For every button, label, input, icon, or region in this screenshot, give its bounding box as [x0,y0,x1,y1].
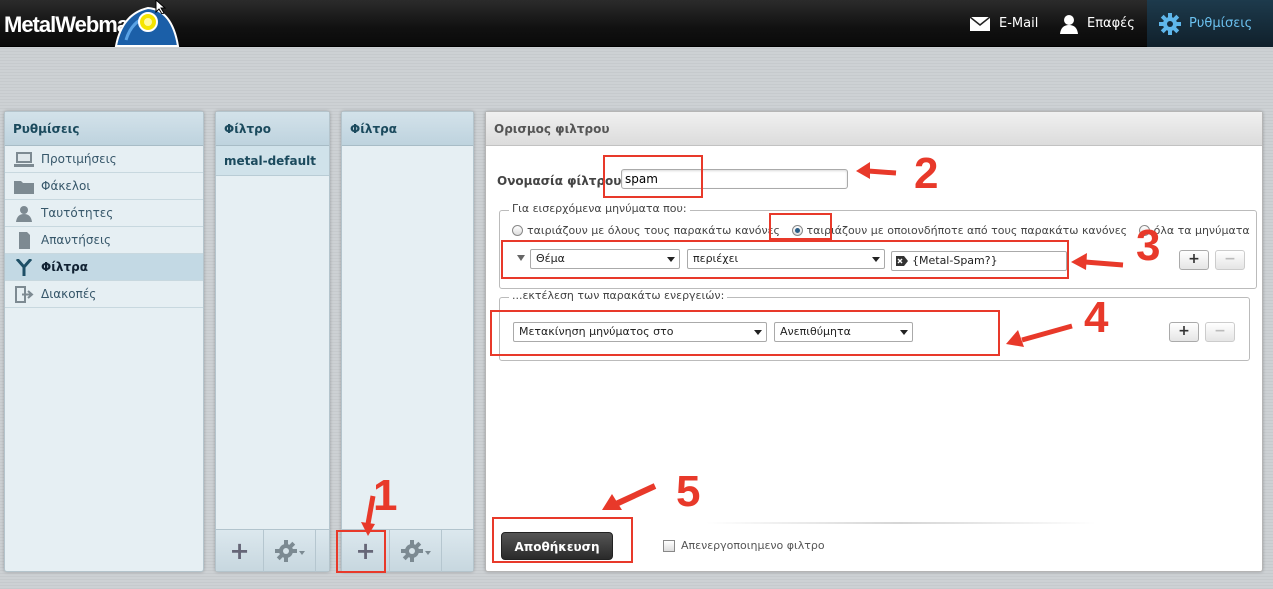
filter-disabled-checkbox[interactable]: Απενεργοποιημενο φιλτρο [663,539,825,552]
add-rule-button[interactable]: + [1179,250,1209,270]
sidebar-item-label: Φάκελοι [41,179,91,193]
annotation-box-3a [769,213,832,240]
sidebar-item-label: Προτιμήσεις [41,152,117,166]
filters-panel-title: Φίλτρα [342,112,473,146]
match-all-radio[interactable]: ταιριάζουν με όλους τους παρακάτω κανόνε… [512,224,780,237]
sidebar-item-label: Απαντήσεις [41,233,112,247]
sidebar-item-responses[interactable]: Απαντήσεις [5,227,203,254]
nav-contacts[interactable]: Επαφές [1047,0,1147,47]
miner-helmet-logo-icon [114,6,180,47]
envelope-icon [969,15,991,31]
match-all-label: ταιριάζουν με όλους τους παρακάτω κανόνε… [527,224,780,237]
annotation-arrow-2 [856,162,897,179]
annotation-box-5 [492,517,633,563]
remove-rule-button[interactable]: − [1215,250,1245,270]
match-any-radio[interactable]: ταιριάζουν με οποιονδήποτε από τους παρα… [791,224,1128,237]
sidebar-item-label: Ταυτότητες [41,206,114,220]
sidebar-item-identities[interactable]: Ταυτότητες [5,200,203,227]
settings-panel-title: Ρυθμίσεις [5,112,203,146]
gear-icon [400,540,431,562]
document-icon [19,232,30,249]
filter-icon [15,259,33,276]
exit-icon [15,286,34,303]
filter-definition-title: Ορισμος φιλτρου [486,112,1262,146]
person-icon [1060,14,1078,34]
divider [706,522,1096,524]
remove-action-button[interactable]: − [1205,322,1235,342]
match-any-label: ταιριάζουν με οποιονδήποτε από τους παρα… [806,224,1128,237]
sidebar-item-label: Διακοπές [41,287,97,301]
nav-email-label: E-Mail [999,16,1039,31]
sidebar-item-filters[interactable]: Φίλτρα [5,254,203,281]
annotation-box-2 [603,155,703,198]
annotation-number-3: 3 [1136,221,1161,270]
actions-legend: ...εκτέλεση των παρακάτω ενεργειών: [509,289,728,302]
filter-set-actions-button[interactable] [264,530,316,572]
gear-icon [1159,12,1181,35]
annotation-arrow-1 [361,495,376,536]
filter-set-footer: + [216,529,329,572]
nav-email[interactable]: E-Mail [957,0,1050,47]
monitor-icon [14,152,34,167]
filter-set-panel: Φίλτρο metal-default + [215,111,330,572]
annotation-arrow-4 [1006,323,1073,347]
nav-settings[interactable]: Ρυθμίσεις [1147,0,1273,47]
filter-disabled-label: Απενεργοποιημενο φιλτρο [681,539,825,552]
radio-icon [512,225,523,236]
settings-panel: Ρυθμίσεις Προτιμήσεις Φάκελοι Ταυτότητες… [4,111,204,572]
sidebar-item-label: Φίλτρα [41,260,88,274]
mouse-cursor-icon [155,0,167,14]
sidebar-item-folders[interactable]: Φάκελοι [5,173,203,200]
filter-set-panel-title: Φίλτρο [216,112,329,146]
filter-set-item[interactable]: metal-default [216,146,329,176]
folder-icon [14,181,34,194]
annotation-number-4: 4 [1084,293,1109,342]
match-rules-legend: Για εισερχόμενα μηνύματα που: [509,202,690,215]
top-bar: MetalWebmail E-Mail Επαφές Ρυθμίσεις [0,0,1273,47]
nav-contacts-label: Επαφές [1087,16,1135,31]
annotation-box-3b [501,240,1069,279]
annotation-number-5: 5 [676,467,701,516]
person-icon [16,206,32,222]
checkbox-icon [663,539,675,552]
sidebar-item-vacation[interactable]: Διακοπές [5,281,203,308]
add-action-button[interactable]: + [1169,322,1199,342]
annotation-arrow-5 [602,483,657,510]
filter-actions-button[interactable] [390,530,442,572]
annotation-arrow-3 [1071,253,1124,270]
nav-settings-label: Ρυθμίσεις [1189,16,1253,31]
match-all-messages-label: όλα τα μηνύματα [1153,224,1250,237]
annotation-box-4 [490,310,1000,356]
gear-icon [274,540,305,562]
annotation-number-2: 2 [914,149,939,198]
add-filter-set-button[interactable]: + [216,530,264,572]
sidebar-item-preferences[interactable]: Προτιμήσεις [5,146,203,173]
